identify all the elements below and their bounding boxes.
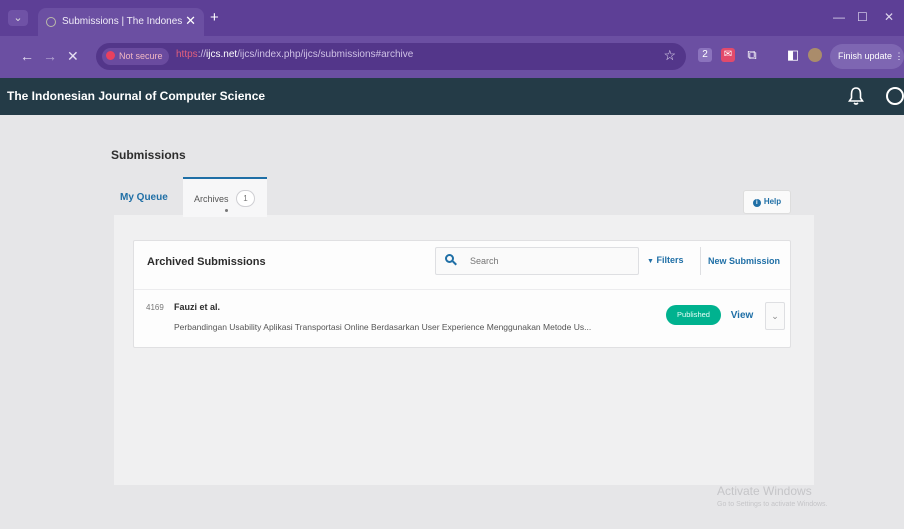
search-input[interactable] [470,253,630,269]
app-header: The Indonesian Journal of Computer Scien… [0,78,904,115]
back-icon[interactable]: ← [20,48,34,64]
active-tab-indicator [225,209,228,212]
side-panel-icon[interactable]: ◧ [786,48,800,62]
page-title: Submissions [111,148,186,162]
forward-icon[interactable]: → [43,48,57,64]
user-icon[interactable] [886,87,904,105]
archived-submissions-panel: Archived Submissions ▼ Filters New Submi… [133,240,791,348]
tab-search-button[interactable]: ⌄ [8,10,28,26]
view-button[interactable]: View [724,302,760,330]
submission-author: Fauzi et al. [174,302,221,312]
new-submission-button[interactable]: New Submission [700,247,787,275]
extension-icon[interactable]: 2 [698,48,712,62]
puzzle-extensions-icon[interactable]: ⧉ [745,48,759,62]
tab-archives[interactable]: Archives 1 [183,177,267,217]
tab-archives-label: Archives [194,194,229,204]
warning-icon [106,51,115,60]
window-close-button[interactable]: ✕ [884,10,894,24]
new-tab-button[interactable]: + [210,10,219,25]
finish-update-button[interactable]: Finish update ⋮ [830,44,904,69]
tab-title: Submissions | The Indonesian J [62,16,182,27]
search-field[interactable] [435,247,639,275]
security-label: Not secure [119,51,163,61]
profile-icon[interactable] [808,48,822,62]
extension-icon[interactable]: ✉ [721,48,735,62]
tab-close-icon[interactable]: ✕ [185,13,196,29]
tab-my-queue[interactable]: My Queue [120,192,168,203]
maximize-button[interactable]: ☐ [857,10,868,24]
panel-title: Archived Submissions [147,256,266,268]
filter-icon: ▼ [647,258,654,265]
browser-tab-strip: ⌄ Submissions | The Indonesian J ✕ + — ☐… [0,0,904,36]
bell-icon[interactable] [848,86,864,106]
chevron-down-icon[interactable]: ⌄ [765,302,785,330]
security-indicator[interactable]: Not secure [102,48,169,65]
status-badge: Published [666,305,721,325]
bookmark-star-icon[interactable]: ☆ [663,47,676,64]
browser-toolbar: ← → ✕ Not secure https://ijcs.net/ijcs/i… [0,36,904,78]
tab-favicon-icon [46,17,56,27]
browser-tab[interactable]: Submissions | The Indonesian J ✕ [38,8,204,36]
minimize-button[interactable]: — [833,10,845,24]
help-button[interactable]: i Help [743,190,791,214]
address-bar[interactable]: Not secure https://ijcs.net/ijcs/index.p… [96,43,686,70]
journal-title[interactable]: The Indonesian Journal of Computer Scien… [7,89,265,103]
archives-count-badge: 1 [236,190,255,207]
submission-id: 4169 [146,303,164,312]
submission-row[interactable]: 4169 Fauzi et al. Perbandingan Usability… [134,289,790,347]
submission-title: Perbandingan Usability Aplikasi Transpor… [174,322,592,332]
info-icon: i [752,199,761,207]
filters-button[interactable]: ▼ Filters [647,255,683,265]
stop-loading-icon[interactable]: ✕ [67,48,79,64]
url-text[interactable]: https://ijcs.net/ijcs/index.php/ijcs/sub… [176,49,413,60]
windows-activation-watermark: Activate Windows Go to Settings to activ… [717,484,828,508]
